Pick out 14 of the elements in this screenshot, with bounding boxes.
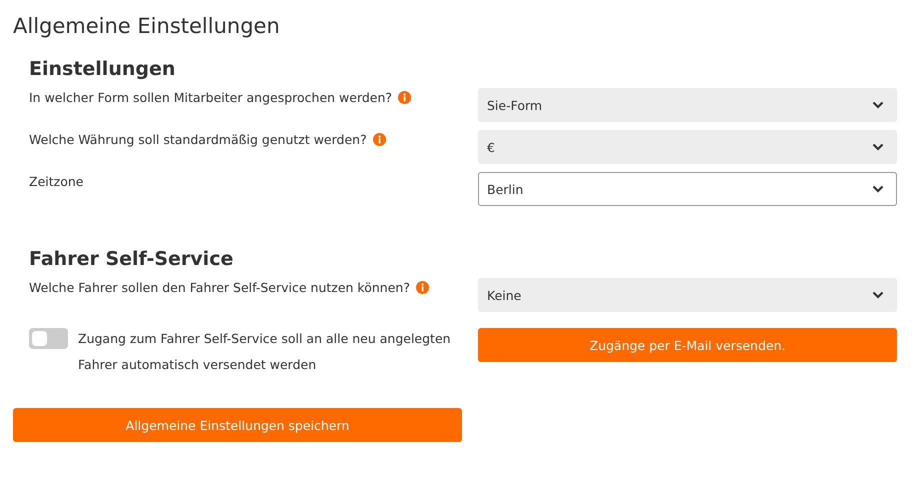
toggle-switch[interactable] — [29, 328, 68, 349]
field-label: Welche Fahrer sollen den Fahrer Self-Service nutzen können? — [29, 280, 410, 294]
section-heading: Einstellungen — [29, 57, 176, 82]
field-label: Zeitzone — [29, 174, 84, 188]
page-title: Allgemeine Einstellungen — [13, 13, 281, 40]
field-label: Welche Währung soll standardmäßig genutzt werden? — [29, 132, 367, 146]
chevron-down-icon — [872, 291, 884, 299]
toggle-label: Zugang zum Fahrer Self-Service soll an alle neu angelegten Fahrer automatisch versendet werden — [78, 330, 452, 374]
section-heading: Fahrer Self-Service — [29, 247, 234, 272]
chevron-down-icon — [872, 185, 884, 193]
select-field[interactable]: Berlin — [478, 172, 897, 206]
chevron-down-icon — [872, 143, 884, 151]
chevron-down-icon — [872, 101, 884, 109]
field-label: In welcher Form sollen Mitarbeiter angesprochen werden? — [29, 90, 392, 104]
